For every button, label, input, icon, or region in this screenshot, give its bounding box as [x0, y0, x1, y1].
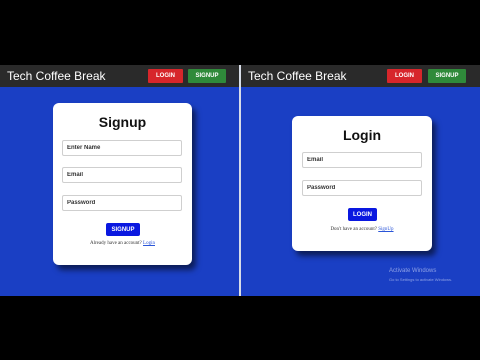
password-input[interactable] [302, 180, 422, 196]
activation-watermark-subtitle: Go to Settings to activate Windows. [389, 277, 453, 282]
footer-text: Don't have an account? [330, 227, 378, 232]
card-title: Signup [98, 114, 147, 130]
name-input[interactable] [62, 140, 182, 156]
nav-signup-button[interactable]: SIGNUP [188, 69, 226, 83]
signup-page: Tech Coffee Break LOGIN SIGNUP Signup SI… [0, 65, 239, 296]
screen-area: Tech Coffee Break LOGIN SIGNUP Signup SI… [0, 65, 480, 296]
nav-login-button[interactable]: LOGIN [148, 69, 183, 83]
navbar: Tech Coffee Break LOGIN SIGNUP [0, 65, 239, 87]
navbar: Tech Coffee Break LOGIN SIGNUP [241, 65, 480, 87]
signup-card: Signup SIGNUP Already have an account? L… [53, 103, 192, 265]
signup-footer: Already have an account? Login [53, 241, 192, 246]
login-link[interactable]: Login [143, 241, 155, 246]
brand-title: Tech Coffee Break [248, 69, 347, 83]
activation-watermark-title: Activate Windows [389, 268, 437, 274]
brand-title: Tech Coffee Break [7, 69, 106, 83]
login-page: Tech Coffee Break LOGIN SIGNUP Login LOG… [241, 65, 480, 296]
footer-text: Already have an account? [90, 241, 142, 246]
signup-link[interactable]: SignUp [378, 227, 393, 232]
login-footer: Don't have an account? SignUp [292, 227, 432, 232]
login-card: Login LOGIN Don't have an account? SignU… [292, 116, 432, 251]
nav-login-button[interactable]: LOGIN [387, 69, 422, 83]
card-title: Login [342, 127, 382, 143]
email-input[interactable] [62, 167, 182, 183]
email-input[interactable] [302, 152, 422, 168]
login-submit-button[interactable]: LOGIN [348, 208, 377, 221]
signup-submit-button[interactable]: SIGNUP [106, 223, 140, 236]
nav-signup-button[interactable]: SIGNUP [428, 69, 466, 83]
password-input[interactable] [62, 195, 182, 211]
